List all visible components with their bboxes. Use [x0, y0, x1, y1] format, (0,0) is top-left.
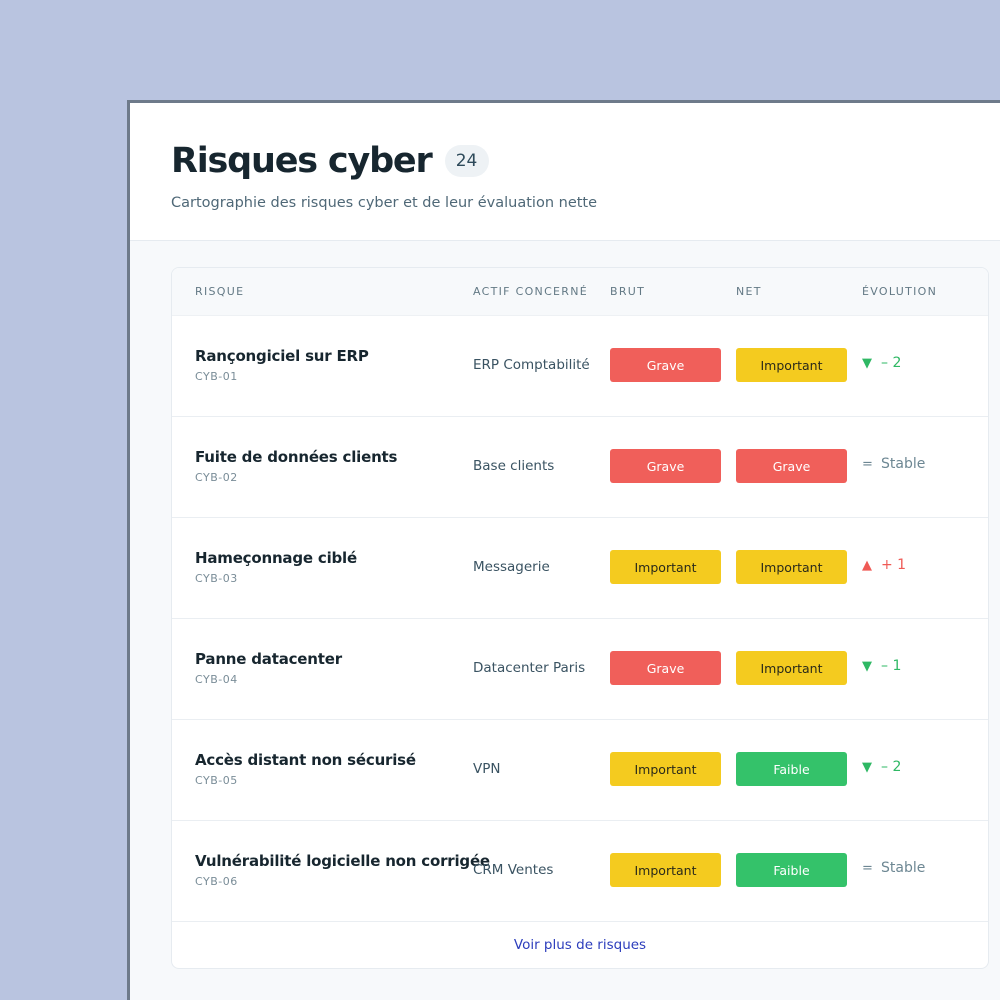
column-header-evolution[interactable]: Évolution: [862, 285, 937, 298]
evolution-indicator: = Stable: [862, 456, 925, 472]
title-row: Risques cyber 24: [171, 141, 489, 181]
risk-code: CYB-05: [195, 774, 238, 787]
brut-level-badge: Important: [610, 853, 721, 887]
count-badge: 24: [444, 145, 489, 177]
page-header: Risques cyber 24 Cartographie des risque…: [130, 103, 1000, 241]
net-level-badge: Important: [736, 550, 847, 584]
evolution-value: Stable: [881, 456, 926, 472]
table-row[interactable]: Fuite de données clients CYB-02 Base clien…: [172, 417, 988, 518]
risk-name[interactable]: Fuite de données clients: [195, 448, 397, 466]
asset-name: CRM Ventes: [473, 862, 554, 878]
risk-name[interactable]: Hameçonnage ciblé: [195, 549, 357, 567]
table-footer: Voir plus de risques: [172, 921, 988, 968]
asset-name: Base clients: [473, 458, 555, 474]
table-row[interactable]: Rançongiciel sur ERP CYB-01 ERP Comptabili…: [172, 316, 988, 417]
evolution-value: + 1: [881, 557, 907, 573]
table-row[interactable]: Panne datacenter CYB-04 Datacenter Paris Gr…: [172, 619, 988, 720]
asset-name: VPN: [473, 761, 501, 777]
see-more-risks-link[interactable]: Voir plus de risques: [514, 937, 646, 953]
table-header: Risque Actif concerné Brut Net Évolution: [172, 268, 988, 316]
evolution-indicator: ▲ + 1: [862, 557, 906, 573]
evolution-indicator: = Stable: [862, 860, 925, 876]
net-level-badge: Important: [736, 651, 847, 685]
column-header-risk[interactable]: Risque: [195, 285, 244, 298]
evolution-indicator: ▼ – 1: [862, 658, 901, 674]
equals-icon: =: [862, 456, 873, 472]
table-body: Rançongiciel sur ERP CYB-01 ERP Comptabili…: [172, 316, 988, 922]
risk-name[interactable]: Panne datacenter: [195, 650, 342, 668]
column-header-net[interactable]: Net: [736, 285, 762, 298]
risk-code: CYB-01: [195, 370, 238, 383]
net-level-badge: Important: [736, 348, 847, 382]
column-header-brut[interactable]: Brut: [610, 285, 645, 298]
asset-name: Datacenter Paris: [473, 660, 586, 676]
page-subtitle: Cartographie des risques cyber et de leu…: [171, 195, 598, 211]
page-title: Risques cyber: [171, 141, 433, 181]
table-row[interactable]: Accès distant non sécurisé CYB-05 VPN Impor…: [172, 720, 988, 821]
evolution-value: – 2: [881, 759, 902, 775]
equals-icon: =: [862, 860, 873, 876]
triangle-down-icon: ▼: [862, 355, 872, 371]
table-row[interactable]: Hameçonnage ciblé CYB-03 Messagerie Importa…: [172, 518, 988, 619]
brut-level-badge: Grave: [610, 449, 721, 483]
risk-code: CYB-06: [195, 875, 238, 888]
risk-name[interactable]: Rançongiciel sur ERP: [195, 347, 369, 365]
asset-name: ERP Comptabilité: [473, 357, 590, 373]
risk-code: CYB-03: [195, 572, 238, 585]
triangle-down-icon: ▼: [862, 759, 872, 775]
risk-code: CYB-04: [195, 673, 238, 686]
table-row[interactable]: Vulnérabilité logicielle non corrigée CYB…: [172, 821, 988, 922]
brut-level-badge: Important: [610, 550, 721, 584]
column-header-asset[interactable]: Actif concerné: [473, 285, 588, 298]
risk-name[interactable]: Vulnérabilité logicielle non corrigée: [195, 852, 490, 870]
asset-name: Messagerie: [473, 559, 550, 575]
net-level-badge: Faible: [736, 752, 847, 786]
evolution-value: – 1: [881, 658, 902, 674]
risk-table: Risque Actif concerné Brut Net Évolution…: [171, 267, 989, 969]
net-level-badge: Faible: [736, 853, 847, 887]
evolution-indicator: ▼ – 2: [862, 759, 901, 775]
brut-level-badge: Grave: [610, 348, 721, 382]
net-level-badge: Grave: [736, 449, 847, 483]
app-window: Risques cyber 24 Cartographie des risque…: [127, 100, 1000, 1000]
brut-level-badge: Grave: [610, 651, 721, 685]
triangle-up-icon: ▲: [862, 557, 872, 573]
evolution-value: – 2: [881, 355, 902, 371]
triangle-down-icon: ▼: [862, 658, 872, 674]
evolution-indicator: ▼ – 2: [862, 355, 901, 371]
risk-code: CYB-02: [195, 471, 238, 484]
evolution-value: Stable: [881, 860, 926, 876]
brut-level-badge: Important: [610, 752, 721, 786]
risk-name[interactable]: Accès distant non sécurisé: [195, 751, 416, 769]
